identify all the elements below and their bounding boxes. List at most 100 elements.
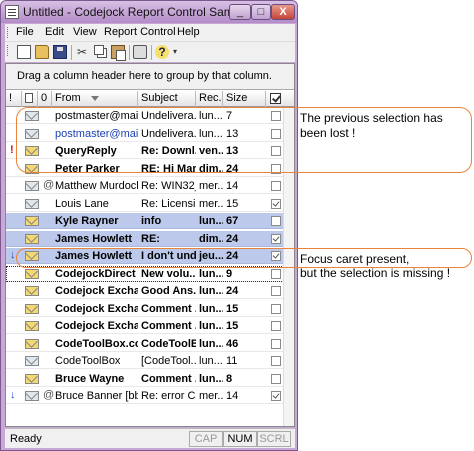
from-cell: Codejock Exchan...: [55, 303, 138, 315]
subject-cell: CodeToolB...: [141, 338, 196, 350]
menu-help[interactable]: Help: [177, 26, 200, 38]
size-cell: 9: [226, 268, 233, 280]
table-row[interactable]: James Howlett RE: dim...24: [6, 231, 294, 247]
from-cell: CodeToolBox: [55, 355, 121, 367]
read-envelope-icon: [25, 199, 39, 209]
row-checkbox[interactable]: [271, 339, 281, 349]
subject-cell: New volu...: [141, 268, 196, 280]
new-icon[interactable]: [17, 45, 31, 59]
column-received[interactable]: Rec...: [196, 91, 223, 107]
row-checkbox[interactable]: [271, 356, 281, 366]
from-cell: James Howlett: [55, 233, 133, 245]
table-row[interactable]: ↓@Bruce Banner [bb...Re: error C2...mer.…: [6, 388, 294, 404]
menu-grip-icon[interactable]: [7, 27, 10, 38]
table-row[interactable]: Kyle Rayner info lun... 67: [6, 213, 294, 229]
menu-file[interactable]: File: [16, 26, 34, 38]
unread-envelope-icon: [25, 374, 39, 384]
paste-icon[interactable]: [111, 45, 126, 61]
table-row[interactable]: Louis Lane Re: Licensin...mer...15: [6, 196, 294, 212]
column-icon[interactable]: [22, 91, 38, 107]
column-from[interactable]: From: [52, 91, 138, 107]
menu-report-control[interactable]: Report Control: [104, 26, 176, 38]
read-envelope-icon: [25, 356, 39, 366]
read-envelope-icon: [25, 181, 39, 191]
cap-indicator: CAP: [189, 431, 223, 447]
table-row[interactable]: CodeToolBox [CodeTool... lun... 11: [6, 353, 294, 369]
row-checkbox[interactable]: [271, 391, 281, 401]
row-checkbox[interactable]: [271, 321, 281, 331]
toolbar-separator: [151, 45, 152, 60]
table-row[interactable]: CodejockDirect New volu... lun... 9: [6, 266, 294, 282]
minimize-button[interactable]: _: [229, 4, 251, 20]
row-checkbox[interactable]: [271, 199, 281, 209]
menu-edit[interactable]: Edit: [45, 26, 64, 38]
column-flag[interactable]: [266, 91, 294, 107]
unread-envelope-icon: [25, 269, 39, 279]
close-button[interactable]: X: [271, 4, 295, 20]
copy-icon[interactable]: [94, 45, 104, 55]
row-checkbox[interactable]: [271, 181, 281, 191]
subject-cell: [CodeTool...: [141, 355, 196, 367]
group-by-hint: Drag a column header here to group by th…: [17, 70, 272, 82]
save-icon[interactable]: [53, 45, 67, 59]
read-envelope-icon: [25, 391, 39, 401]
table-row[interactable]: Codejock Exchan...Comment ...lun...15: [6, 318, 294, 334]
toolbar-separator: [71, 45, 72, 60]
title-bar[interactable]: Untitled - Codejock Report Control Sampl…: [1, 1, 297, 23]
received-cell: lun...: [199, 285, 223, 297]
received-cell: mer...: [199, 198, 223, 210]
annotation-top-line-1: The previous selection has: [300, 111, 443, 125]
subject-cell: RE:: [141, 233, 160, 245]
subject-cell: Comment ...: [141, 320, 196, 332]
row-checkbox[interactable]: [271, 374, 281, 384]
low-importance-icon: ↓: [10, 389, 16, 401]
toolbar-grip-icon[interactable]: [7, 45, 10, 56]
help-icon[interactable]: ?: [155, 45, 169, 59]
toolbar: ✂ ? ▾: [5, 41, 295, 62]
column-from-label: From: [55, 92, 81, 104]
column-subject[interactable]: Subject: [138, 91, 196, 107]
row-checkbox[interactable]: [271, 216, 281, 226]
row-checkbox[interactable]: [271, 286, 281, 296]
size-cell: 46: [226, 338, 239, 350]
scrl-indicator: SCRL: [257, 431, 291, 447]
received-cell: dim...: [199, 233, 223, 245]
unread-envelope-icon: [25, 234, 39, 244]
annotation-bottom-line-2: but the selection is missing !: [300, 266, 451, 280]
table-row[interactable]: CodeToolBox.co...CodeToolB...lun...46: [6, 336, 294, 352]
table-row[interactable]: @Matthew MurdockRe: WIN32_...mer...14: [6, 178, 294, 194]
from-cell: CodeToolBox.co...: [55, 338, 138, 350]
subject-cell: Good Ans...: [141, 285, 196, 297]
size-cell: 67: [226, 215, 239, 227]
received-cell: lun...: [199, 215, 223, 227]
high-importance-icon: !: [10, 144, 14, 156]
row-checkbox[interactable]: [271, 234, 281, 244]
unread-envelope-icon: [25, 321, 39, 331]
table-row[interactable]: Codejock Exchan...Good Ans...lun...24: [6, 283, 294, 299]
cut-icon[interactable]: ✂: [75, 45, 89, 59]
received-cell: lun...: [199, 320, 223, 332]
open-icon[interactable]: [35, 45, 49, 59]
status-text: Ready: [10, 433, 42, 445]
column-size[interactable]: Size: [223, 91, 266, 107]
size-cell: 15: [226, 303, 239, 315]
table-row[interactable]: Bruce Wayne Comment ...lun...8: [6, 371, 294, 387]
row-checkbox[interactable]: [271, 304, 281, 314]
subject-cell: Re: WIN32_...: [141, 180, 196, 192]
table-row[interactable]: Codejock Exchan...Comment ...lun...15: [6, 301, 294, 317]
menu-view[interactable]: View: [73, 26, 97, 38]
toolbar-overflow-icon[interactable]: ▾: [173, 45, 187, 59]
column-importance[interactable]: !: [6, 91, 22, 107]
group-by-box[interactable]: Drag a column header here to group by th…: [6, 64, 294, 90]
maximize-button[interactable]: □: [251, 4, 271, 20]
size-cell: 15: [226, 198, 239, 210]
from-cell: Louis Lane: [55, 198, 109, 210]
row-checkbox[interactable]: [271, 269, 281, 279]
status-bar: Ready CAP NUM SCRL: [5, 428, 295, 448]
subject-cell: Comment ...: [141, 303, 196, 315]
from-cell: Codejock Exchan...: [55, 320, 138, 332]
unread-envelope-icon: [25, 216, 39, 226]
column-attachment[interactable]: 0: [38, 91, 52, 107]
print-icon[interactable]: [133, 45, 147, 59]
app-window: Untitled - Codejock Report Control Sampl…: [0, 0, 298, 451]
